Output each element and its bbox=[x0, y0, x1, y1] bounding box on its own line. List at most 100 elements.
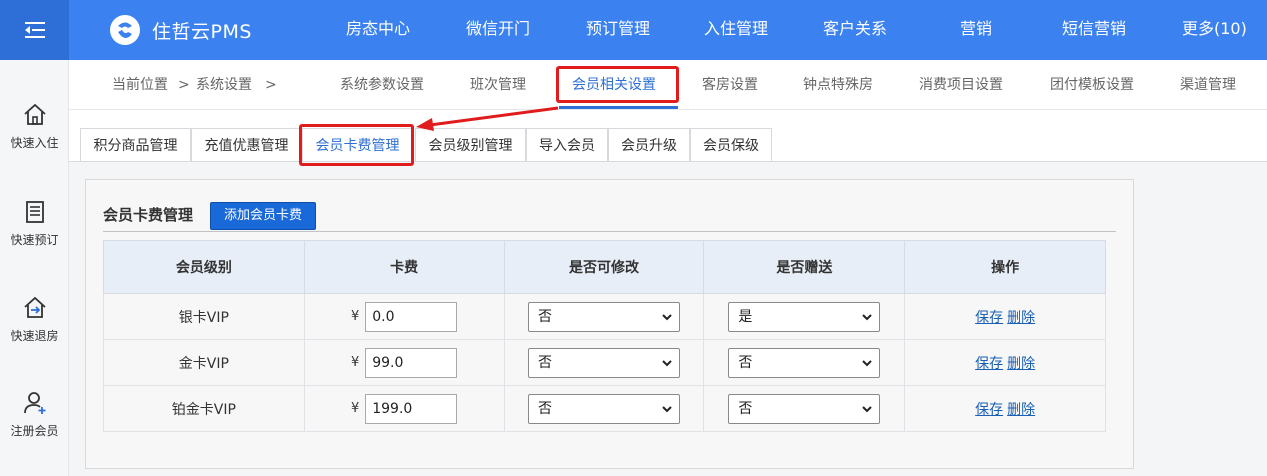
sidebar: 快速入住 快速预订 快速退房 注册会员 bbox=[0, 60, 69, 476]
fee-cell: ¥ bbox=[303, 385, 505, 432]
topnav-item-reservation[interactable]: 预订管理 bbox=[586, 0, 650, 60]
topnav-item-sms[interactable]: 短信营销 bbox=[1062, 0, 1126, 60]
subnav-item-room-settings[interactable]: 客房设置 bbox=[702, 60, 758, 110]
sidebar-item-quick-booking[interactable]: 快速预订 bbox=[0, 199, 69, 271]
actions-cell: 保存 删除 bbox=[904, 293, 1106, 340]
gift-cell: 是 bbox=[703, 293, 906, 340]
save-link[interactable]: 保存 bbox=[975, 310, 1003, 326]
panel-divider bbox=[103, 231, 1116, 232]
brand-name: 住哲云PMS bbox=[152, 20, 252, 43]
topnav-item-more[interactable]: 更多(10) bbox=[1182, 0, 1247, 60]
chevron-down-icon bbox=[862, 313, 873, 320]
card-fee-table: 会员级别 卡费 是否可修改 是否赠送 操作 银卡VIP ¥ 否 是 保存删除 金… bbox=[103, 240, 1106, 432]
breadcrumb-separator: > bbox=[265, 77, 277, 93]
subnav-item-group-template[interactable]: 团付模板设置 bbox=[1050, 60, 1134, 110]
sidebar-item-quick-checkout[interactable]: 快速退房 bbox=[0, 295, 69, 367]
select-value: 否 bbox=[537, 354, 552, 371]
tab-member-upgrade[interactable]: 会员升级 bbox=[608, 128, 690, 162]
select-value: 否 bbox=[537, 308, 552, 325]
checkout-icon bbox=[23, 296, 46, 318]
sidebar-item-label: 注册会员 bbox=[10, 424, 59, 438]
subnav-item-member-settings[interactable]: 会员相关设置 bbox=[572, 60, 656, 110]
modifiable-cell: 否 bbox=[503, 385, 705, 432]
column-header-gift: 是否赠送 bbox=[703, 240, 906, 294]
topnav-item-crm[interactable]: 客户关系 bbox=[823, 0, 887, 60]
column-header-modifiable: 是否可修改 bbox=[503, 240, 705, 294]
sidebar-item-label: 快速退房 bbox=[10, 329, 59, 343]
add-card-fee-button[interactable]: 添加会员卡费 bbox=[210, 202, 316, 230]
select-value: 否 bbox=[738, 400, 753, 417]
gift-select[interactable]: 否 bbox=[728, 393, 881, 424]
save-link[interactable]: 保存 bbox=[975, 402, 1003, 418]
table-row: 铂金卡VIP ¥ 否 否 保存删除 bbox=[103, 385, 1106, 432]
brand[interactable]: 住哲云PMS bbox=[108, 13, 252, 47]
delete-link[interactable]: 删除 bbox=[1007, 310, 1035, 326]
sidebar-item-label: 快速预订 bbox=[10, 233, 59, 247]
topnav-item-checkin[interactable]: 入住管理 bbox=[704, 0, 768, 60]
sidebar-item-label: 快速入住 bbox=[10, 136, 59, 150]
panel-title: 会员卡费管理 bbox=[103, 206, 194, 224]
topnav-item-room-status[interactable]: 房态中心 bbox=[346, 0, 410, 60]
chevron-down-icon bbox=[662, 405, 672, 412]
fee-input[interactable] bbox=[365, 393, 458, 424]
subnav-item-channel[interactable]: 渠道管理 bbox=[1180, 60, 1236, 110]
table-row: 金卡VIP ¥ 否 否 保存删除 bbox=[103, 339, 1106, 386]
active-subnav-indicator bbox=[559, 106, 678, 109]
currency-symbol: ¥ bbox=[350, 309, 360, 324]
save-link[interactable]: 保存 bbox=[975, 356, 1003, 372]
breadcrumb-current: 当前位置 bbox=[112, 77, 168, 93]
sidebar-item-register-member[interactable]: 注册会员 bbox=[0, 390, 69, 462]
chevron-down-icon bbox=[862, 359, 873, 366]
gift-select[interactable]: 是 bbox=[728, 301, 881, 332]
menu-toggle-button[interactable] bbox=[0, 0, 69, 60]
chevron-down-icon bbox=[862, 405, 873, 412]
actions-cell: 保存 删除 bbox=[904, 339, 1106, 386]
modifiable-select[interactable]: 否 bbox=[527, 393, 680, 424]
select-value: 否 bbox=[537, 400, 552, 417]
currency-symbol: ¥ bbox=[350, 355, 360, 370]
breadcrumb-system-settings[interactable]: 系统设置 bbox=[196, 60, 252, 110]
member-level-cell: 银卡VIP bbox=[103, 293, 305, 340]
delete-link[interactable]: 删除 bbox=[1007, 356, 1035, 372]
tab-recharge-discount[interactable]: 充值优惠管理 bbox=[191, 128, 302, 162]
select-value: 是 bbox=[738, 308, 753, 325]
house-icon bbox=[23, 103, 46, 125]
fee-cell: ¥ bbox=[303, 339, 505, 386]
annotation-arrow-icon bbox=[416, 106, 559, 131]
subnav-item-shift[interactable]: 班次管理 bbox=[470, 60, 526, 110]
member-level-cell: 铂金卡VIP bbox=[103, 385, 305, 432]
column-header-fee: 卡费 bbox=[303, 240, 505, 294]
delete-link[interactable]: 删除 bbox=[1007, 402, 1035, 418]
gift-cell: 否 bbox=[703, 385, 906, 432]
column-header-actions: 操作 bbox=[904, 240, 1106, 294]
fee-input[interactable] bbox=[365, 301, 458, 332]
topnav-item-wechat-door[interactable]: 微信开门 bbox=[466, 0, 530, 60]
topnav-item-marketing[interactable]: 营销 bbox=[960, 0, 992, 60]
sidebar-item-quick-checkin[interactable]: 快速入住 bbox=[0, 102, 69, 174]
member-level-cell: 金卡VIP bbox=[103, 339, 305, 386]
top-bar: 住哲云PMS 房态中心 微信开门 预订管理 入住管理 客户关系 营销 短信营销 … bbox=[0, 0, 1267, 60]
fee-cell: ¥ bbox=[303, 293, 505, 340]
modifiable-cell: 否 bbox=[503, 293, 705, 340]
gift-select[interactable]: 否 bbox=[728, 347, 881, 378]
member-tabs: 积分商品管理 充值优惠管理 会员卡费管理 会员级别管理 导入会员 会员升级 会员… bbox=[69, 110, 1267, 162]
chevron-down-icon bbox=[662, 313, 672, 320]
select-value: 否 bbox=[738, 354, 753, 371]
table-header-row: 会员级别 卡费 是否可修改 是否赠送 操作 bbox=[103, 240, 1106, 294]
logo-icon bbox=[110, 15, 140, 45]
currency-symbol: ¥ bbox=[350, 401, 360, 416]
column-header-level: 会员级别 bbox=[103, 240, 305, 294]
subnav-item-system-params[interactable]: 系统参数设置 bbox=[340, 60, 424, 110]
tab-points-goods[interactable]: 积分商品管理 bbox=[80, 128, 191, 162]
actions-cell: 保存 删除 bbox=[904, 385, 1106, 432]
settings-subnav: 当前位置 > 系统设置 > 系统参数设置 班次管理 会员相关设置 客房设置 钟点… bbox=[69, 60, 1267, 110]
subnav-item-hourly-room[interactable]: 钟点特殊房 bbox=[803, 60, 873, 110]
tab-card-fee[interactable]: 会员卡费管理 bbox=[302, 128, 413, 162]
modifiable-select[interactable]: 否 bbox=[527, 347, 680, 378]
add-user-icon bbox=[23, 392, 45, 414]
breadcrumb-separator: > bbox=[178, 77, 190, 93]
tab-member-retain[interactable]: 会员保级 bbox=[690, 128, 772, 162]
subnav-item-consumption[interactable]: 消费项目设置 bbox=[919, 60, 1003, 110]
fee-input[interactable] bbox=[365, 347, 458, 378]
modifiable-select[interactable]: 否 bbox=[527, 301, 680, 332]
